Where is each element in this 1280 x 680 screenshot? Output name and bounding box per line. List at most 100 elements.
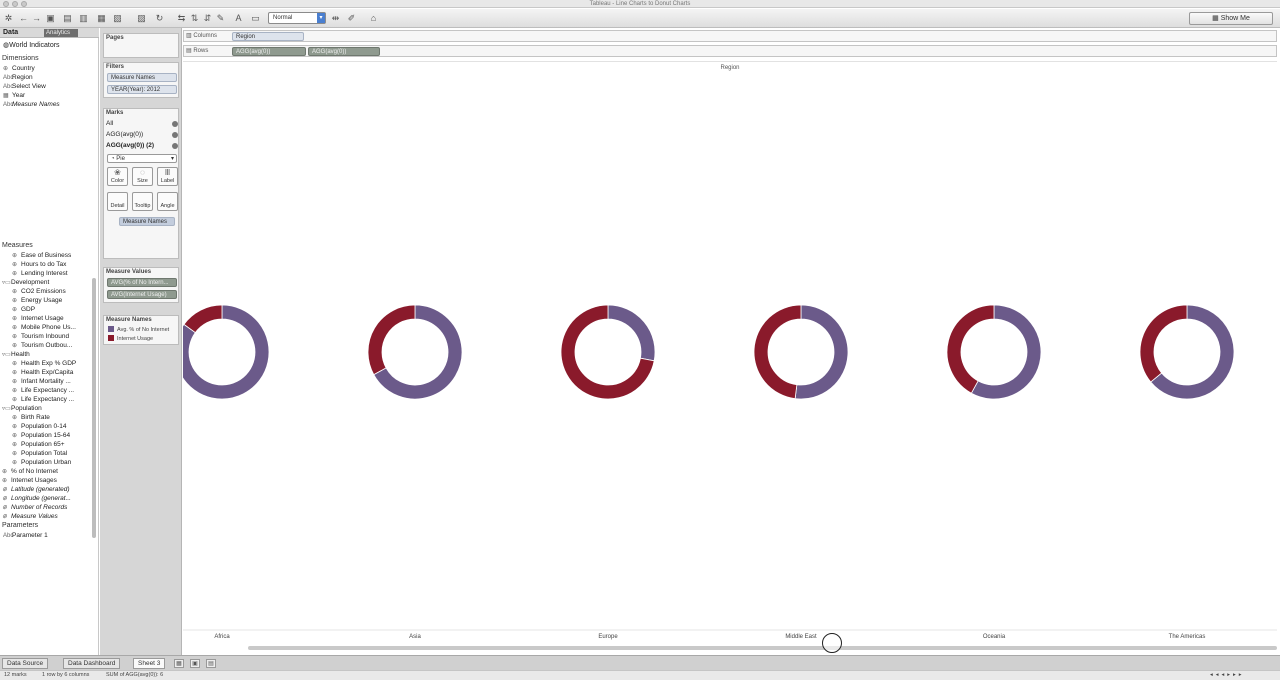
measure-item[interactable]: ⊕ Population 65+	[12, 440, 65, 449]
measure-item[interactable]: ⊕ Life Expectancy ...	[12, 395, 74, 404]
dimension-item[interactable]: ▦ Year	[3, 91, 25, 100]
new-datasource-icon[interactable]: ▤	[62, 13, 73, 23]
dimension-item[interactable]: AbcSelect View	[3, 82, 46, 91]
measure-item[interactable]: ⊕ Population Total	[12, 449, 67, 458]
sheet-tab-sheet-3[interactable]: Sheet 3	[133, 658, 166, 669]
measure-folder[interactable]: ▿▭Population	[2, 404, 42, 413]
mark-size-button[interactable]: ◌ Size	[132, 167, 153, 186]
measure-item[interactable]: ⊕ Tourism Inbound	[12, 332, 69, 341]
view-size-select[interactable]: Normal ▾	[268, 12, 326, 24]
donut-slice[interactable]	[1139, 304, 1188, 383]
measure-folder[interactable]: ▿▭Development	[2, 278, 49, 287]
highlight-icon[interactable]: ✎	[215, 13, 226, 23]
measure-item[interactable]: ⊕ Life Expectancy ...	[12, 386, 74, 395]
columns-pill-region[interactable]: Region	[232, 32, 304, 41]
measure-item[interactable]: ⊕ GDP	[12, 305, 35, 314]
measure-item[interactable]: ⊕ Population Urban	[12, 458, 71, 467]
mark-type-select[interactable]: ◔ Pie ▾	[107, 154, 177, 163]
donut-slice[interactable]	[607, 304, 656, 362]
mark-angle-button[interactable]: Angle	[157, 192, 178, 211]
rows-shelf[interactable]: ▤ Rows AGG(avg(0)) AGG(avg(0))	[183, 45, 1277, 57]
measure-item[interactable]: ⊕ CO2 Emissions	[12, 287, 66, 296]
legend-item-internet-usage[interactable]: Internet Usage	[108, 335, 153, 343]
status-sum: SUM of AGG(avg(0)): 6	[106, 672, 164, 678]
data-pane-scrollbar[interactable]	[92, 278, 96, 538]
swap-icon[interactable]: ⇆	[176, 13, 187, 23]
measure-item[interactable]: ⊕ Population 0-14	[12, 422, 67, 431]
sort-descending-icon[interactable]: ⇵	[202, 13, 213, 23]
filter-pill-measure-names[interactable]: Measure Names	[107, 73, 177, 82]
duplicate-sheet-icon[interactable]: ▦	[96, 13, 107, 23]
measure-item[interactable]: ⊕ Birth Rate	[12, 413, 50, 422]
measure-folder[interactable]: ▿▭Health	[2, 350, 30, 359]
show-me-button[interactable]: ▦ Show Me	[1189, 12, 1273, 25]
measure-item[interactable]: ⊕ Health Exp/Capita	[12, 368, 73, 377]
measure-item[interactable]: ⊕ Hours to do Tax	[12, 260, 66, 269]
measure-item[interactable]: ⊕% of No Internet	[2, 467, 58, 476]
share-icon[interactable]: ⌂	[368, 13, 379, 23]
measure-item[interactable]: ⊕ Number of Records	[2, 503, 67, 512]
measure-value-pill-1[interactable]: AVG(% of No Intern...	[107, 278, 177, 287]
tab-data[interactable]: Data	[3, 29, 18, 36]
legend-item-no-internet[interactable]: Avg. % of No Internet	[108, 326, 169, 334]
presentation-icon[interactable]: ▭	[250, 13, 261, 23]
back-icon[interactable]: ←	[18, 13, 29, 23]
measure-item[interactable]: ⊕ Measure Values	[2, 512, 58, 521]
new-story-tab-icon[interactable]: ▤	[206, 659, 216, 668]
rows-pill-1[interactable]: AGG(avg(0))	[232, 47, 306, 56]
sheet-tab-data-source[interactable]: Data Source	[2, 658, 49, 669]
donut-slice[interactable]	[367, 304, 416, 376]
measure-item[interactable]: ⊕ Health Exp % GDP	[12, 359, 76, 368]
columns-shelf[interactable]: ▥ Columns Region	[183, 30, 1277, 42]
donut-slice[interactable]	[753, 304, 802, 400]
sheet-navigation-icons[interactable]: ◂◂◂▸▸▸	[1210, 671, 1245, 680]
measure-item[interactable]: ⊕ Internet Usages	[2, 476, 57, 485]
parameter-item[interactable]: AbcParameter 1	[3, 531, 48, 540]
measure-item[interactable]: ⊕ Energy Usage	[12, 296, 62, 305]
measure-item[interactable]: ⊕ Longitude (generat...	[2, 494, 71, 503]
tableau-logo-icon[interactable]: ✲	[3, 13, 14, 23]
mark-detail-button[interactable]: Detail	[107, 192, 128, 211]
measure-item[interactable]: ⊕ Internet Usage	[12, 314, 64, 323]
sort-ascending-icon[interactable]: ⇅	[189, 13, 200, 23]
pages-card[interactable]: Pages	[103, 33, 179, 58]
marks-row-agg-1[interactable]: AGG(avg(0))	[106, 130, 178, 140]
rows-pill-2[interactable]: AGG(avg(0))	[308, 47, 380, 56]
measure-item[interactable]: ⊕ Population 15-64	[12, 431, 70, 440]
dimension-item[interactable]: ⊕ Country	[3, 64, 35, 73]
clear-sheet-icon[interactable]: ▧	[112, 13, 123, 23]
measure-value-pill-2[interactable]: AVG(Internet Usage)	[107, 290, 177, 299]
new-worksheet-tab-icon[interactable]: ▦	[174, 659, 184, 668]
show-labels-icon[interactable]: A	[233, 13, 244, 23]
marks-pill-measure-names[interactable]: Measure Names	[119, 217, 175, 226]
dimension-item[interactable]: AbcRegion	[3, 73, 33, 82]
mark-color-button[interactable]: ❀ Color	[107, 167, 128, 186]
measure-item[interactable]: ⊕ Infant Mortality ...	[12, 377, 71, 386]
donut-slice[interactable]	[794, 304, 849, 400]
measure-item[interactable]: ⊕ Mobile Phone Us...	[12, 323, 76, 332]
measure-item[interactable]: ⊕ Tourism Outbou...	[12, 341, 72, 350]
forward-icon[interactable]: →	[31, 13, 42, 23]
view-horizontal-scrollbar[interactable]	[248, 646, 1277, 650]
marks-row-agg-2[interactable]: AGG(avg(0)) (2)	[106, 141, 178, 151]
mark-label-button[interactable]: Ⅲ Label	[157, 167, 178, 186]
donut-slice[interactable]	[183, 304, 223, 334]
tab-analytics[interactable]: Analytics	[44, 29, 78, 37]
pen-icon[interactable]: ✐	[346, 13, 357, 23]
fit-width-icon[interactable]: ⇹	[330, 13, 341, 23]
dimension-item[interactable]: AbcMeasure Names	[3, 100, 60, 109]
sheet-tab-data-dashboard[interactable]: Data Dashboard	[63, 658, 121, 669]
datasource-name[interactable]: ◍World Indicators	[3, 41, 60, 49]
donut-slice[interactable]	[946, 304, 995, 394]
measure-item[interactable]: ⊕ Lending Interest	[12, 269, 68, 278]
mark-tooltip-button[interactable]: Tooltip	[132, 192, 153, 211]
save-icon[interactable]: ▣	[45, 13, 56, 23]
measure-item[interactable]: ⊕ Latitude (generated)	[2, 485, 70, 494]
pause-updates-icon[interactable]: ↻	[154, 13, 165, 23]
chart-type-icon[interactable]: ▨	[136, 13, 147, 23]
marks-row-all[interactable]: All	[106, 119, 178, 129]
measure-item[interactable]: ⊕ Ease of Business	[12, 251, 71, 260]
new-worksheet-icon[interactable]: ▥	[78, 13, 89, 23]
filter-pill-year[interactable]: YEAR(Year): 2012	[107, 85, 177, 94]
new-dashboard-tab-icon[interactable]: ▣	[190, 659, 200, 668]
